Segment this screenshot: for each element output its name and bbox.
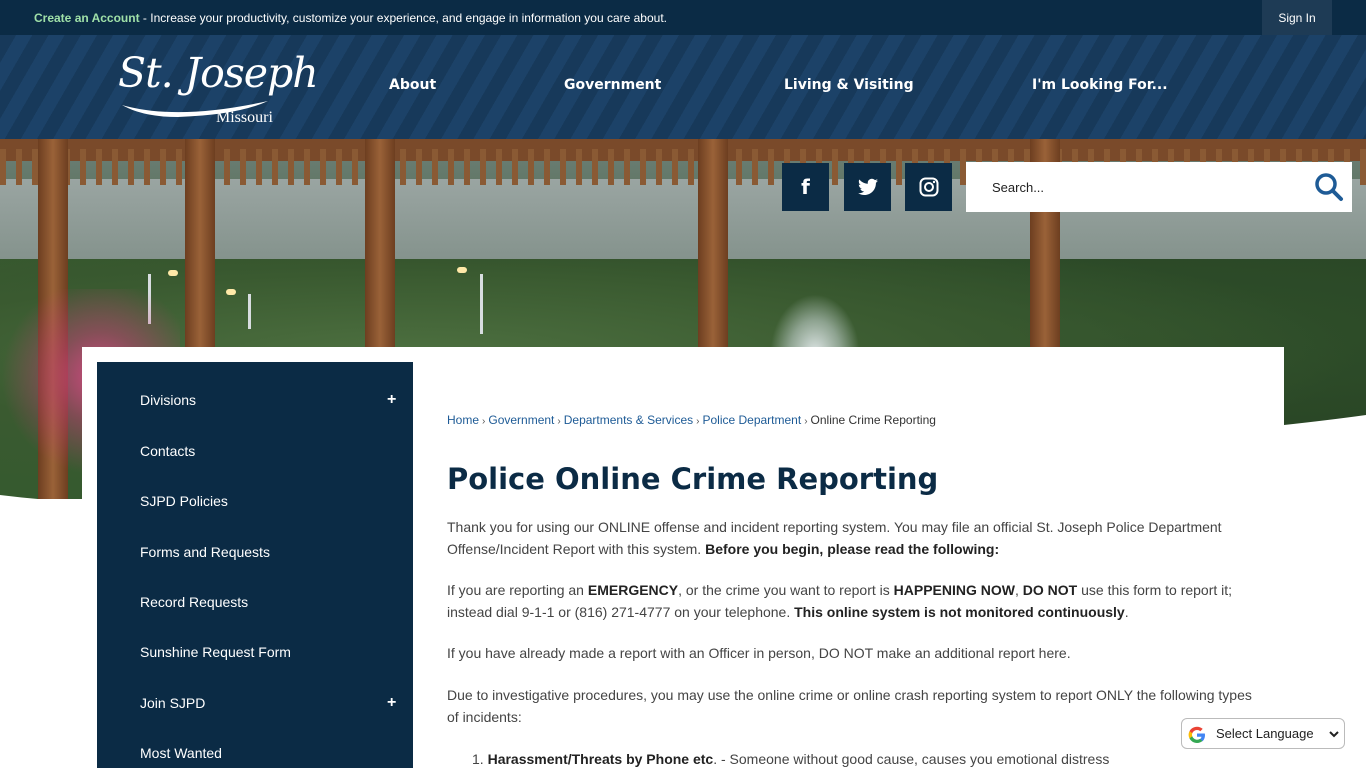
- nav-government[interactable]: Government: [564, 77, 661, 93]
- intro-paragraph: Thank you for using our ONLINE offense a…: [447, 516, 1257, 560]
- sidebar-item-contacts[interactable]: Contacts: [97, 426, 413, 476]
- logo-city-name: St. Joseph: [118, 49, 319, 97]
- sidebar-item-sunshine-request[interactable]: Sunshine Request Form: [97, 627, 413, 677]
- page-title: Police Online Crime Reporting: [447, 462, 939, 496]
- intro-bold: Before you begin, please read the follow…: [705, 541, 1000, 557]
- sidebar-item-label: SJPD Policies: [140, 493, 228, 509]
- lamp-glow: [226, 289, 236, 295]
- top-utility-bar: Create an Account - Increase your produc…: [0, 0, 1366, 35]
- logo-state-name: Missouri: [216, 109, 273, 126]
- emergency-text-end: .: [1124, 604, 1129, 620]
- list-item-bold: Harassment/Threats by Phone etc: [487, 751, 714, 767]
- breadcrumb-separator: ›: [804, 416, 808, 427]
- breadcrumb-separator: ›: [557, 416, 561, 427]
- already-reported-paragraph: If you have already made a report with a…: [447, 645, 1071, 661]
- site-header: St. Joseph Missouri About Government Liv…: [0, 35, 1366, 139]
- search-box: [966, 162, 1352, 212]
- twitter-icon[interactable]: [844, 163, 891, 211]
- language-select[interactable]: Select Language: [1181, 718, 1345, 749]
- list-item-text: . - Someone without good cause, causes y…: [713, 751, 1110, 767]
- search-button[interactable]: [1312, 170, 1346, 204]
- search-input[interactable]: [966, 162, 1306, 212]
- sidebar-item-record-requests[interactable]: Record Requests: [97, 577, 413, 627]
- sidebar-item-label: Most Wanted: [140, 745, 222, 761]
- sidebar-item-label: Contacts: [140, 443, 196, 459]
- sidebar-item-divisions[interactable]: Divisions +: [97, 375, 413, 425]
- sidebar-nav: Divisions + Contacts SJPD Policies Forms…: [97, 362, 413, 768]
- emergency-paragraph: If you are reporting an EMERGENCY, or th…: [447, 579, 1257, 623]
- emergency-text-a: If you are reporting an: [447, 582, 588, 598]
- sidebar-item-label: Record Requests: [140, 594, 249, 610]
- sidebar-item-label: Divisions: [140, 392, 197, 408]
- breadcrumb-departments[interactable]: Departments & Services: [564, 413, 693, 427]
- chevron-down-icon: [1329, 731, 1339, 738]
- site-logo[interactable]: St. Joseph Missouri: [118, 43, 319, 133]
- happening-now-bold: HAPPENING NOW: [893, 582, 1015, 598]
- list-item-number: 1.: [472, 751, 484, 767]
- emergency-text-c: ,: [1014, 582, 1023, 598]
- breadcrumb-home[interactable]: Home: [447, 413, 479, 427]
- lamp-glow: [457, 267, 467, 273]
- sidebar-item-label: Join SJPD: [140, 695, 206, 711]
- nav-about[interactable]: About: [389, 77, 436, 93]
- breadcrumb-government[interactable]: Government: [488, 413, 554, 427]
- sidebar-item-join-sjpd[interactable]: Join SJPD +: [97, 678, 413, 728]
- emergency-text-b: , or the crime you want to report is: [678, 582, 894, 598]
- expand-plus-icon[interactable]: +: [387, 391, 396, 409]
- facebook-glyph: f: [801, 175, 810, 199]
- breadcrumb: Home › Government › Departments & Services › P…: [447, 413, 936, 427]
- language-label: Select Language: [1216, 726, 1314, 741]
- instagram-icon[interactable]: [905, 163, 952, 211]
- sidebar-item-sjpd-policies[interactable]: SJPD Policies: [97, 476, 413, 526]
- facebook-icon[interactable]: f: [782, 163, 829, 211]
- street-lamp: [480, 274, 483, 334]
- nav-looking-for[interactable]: I'm Looking For...: [1032, 77, 1168, 93]
- breadcrumb-police[interactable]: Police Department: [702, 413, 801, 427]
- breadcrumb-current: Online Crime Reporting: [810, 413, 936, 427]
- incident-list: 1. Harassment/Threats by Phone etc. - So…: [472, 748, 1109, 768]
- do-not-bold: DO NOT: [1022, 582, 1078, 598]
- not-monitored-bold: This online system is not monitored cont…: [794, 604, 1125, 620]
- sidebar-item-label: Forms and Requests: [140, 544, 270, 560]
- sidebar-item-forms-requests[interactable]: Forms and Requests: [97, 527, 413, 577]
- lamp-glow: [168, 270, 178, 276]
- expand-plus-icon[interactable]: +: [387, 694, 396, 712]
- nav-living-visiting[interactable]: Living & Visiting: [784, 77, 914, 93]
- account-message-text: - Increase your productivity, customize …: [139, 11, 667, 25]
- sign-in-button[interactable]: Sign In: [1262, 0, 1332, 35]
- instagram-glyph-icon: [919, 177, 938, 197]
- create-account-link[interactable]: Create an Account: [34, 11, 140, 25]
- sidebar-item-label: Sunshine Request Form: [140, 644, 291, 660]
- account-message: Create an Account - Increase your produc…: [34, 11, 667, 25]
- emergency-bold: EMERGENCY: [587, 582, 679, 598]
- breadcrumb-separator: ›: [696, 416, 700, 427]
- google-g-icon: [1188, 726, 1205, 743]
- street-lamp: [248, 294, 251, 329]
- breadcrumb-separator: ›: [482, 416, 486, 427]
- sidebar-item-most-wanted[interactable]: Most Wanted: [97, 728, 413, 768]
- search-icon: [1315, 173, 1343, 201]
- twitter-glyph-icon: [857, 178, 878, 195]
- fountain: [770, 294, 860, 354]
- procedures-paragraph: Due to investigative procedures, you may…: [447, 687, 1252, 725]
